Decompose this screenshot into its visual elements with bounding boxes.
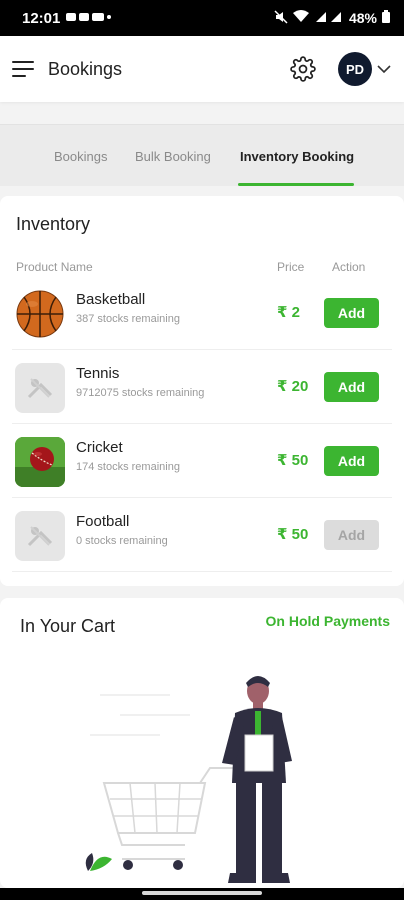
notification-icons [66,10,112,26]
cricket-ball-icon [15,437,65,487]
column-product-name: Product Name [16,260,93,274]
page-title: Bookings [48,58,123,79]
add-basketball-button[interactable]: Add [324,298,379,328]
menu-icon[interactable] [12,61,34,77]
status-bar: 12:01 48% [0,0,404,36]
placeholder-image-icon [15,363,65,413]
battery-icon [382,10,390,26]
product-row: Football 0 stocks remaining ₹ 50 Add [12,498,392,572]
column-action: Action [332,260,366,274]
product-price: ₹ 50 [277,526,309,543]
product-stock: 9712075 stocks remaining [76,387,205,399]
active-tab-indicator [238,183,354,186]
product-name: Basketball [76,291,146,308]
avatar[interactable]: PD [338,52,372,86]
booking-tabs: Bookings Bulk Booking Inventory Booking [0,124,404,186]
mute-icon [274,9,288,27]
product-price: ₹ 50 [277,452,309,469]
product-row: Basketball 387 stocks remaining ₹ 2 Add [12,276,392,350]
wifi-icon [292,10,309,26]
product-row: Tennis 9712075 stocks remaining ₹ 20 Add [12,350,392,424]
status-right: 48% [274,9,390,27]
status-left: 12:01 [22,10,112,27]
inventory-title: Inventory [16,214,91,234]
add-football-button[interactable]: Add [324,520,379,550]
system-nav-bar [0,888,404,900]
app-bar: Bookings PD [0,36,404,102]
status-time: 12:01 [22,9,61,27]
home-gesture-handle[interactable] [142,891,262,895]
add-tennis-button[interactable]: Add [324,372,379,402]
inventory-card: Inventory Product Name Price Action Bask… [0,196,404,586]
column-price: Price [277,260,305,274]
tab-bookings[interactable]: Bookings [54,125,107,187]
product-price: ₹ 2 [277,304,300,321]
basketball-icon [15,289,65,339]
product-price: ₹ 20 [277,378,309,395]
placeholder-image-icon [15,511,65,561]
empty-cart-illustration [60,673,360,888]
product-name: Cricket [76,439,123,456]
add-cricket-button[interactable]: Add [324,446,379,476]
on-hold-payments-link[interactable]: On Hold Payments [266,613,390,629]
product-stock: 387 stocks remaining [76,313,180,325]
chevron-down-icon[interactable] [376,61,392,77]
settings-gear-icon[interactable] [288,54,318,84]
product-stock: 0 stocks remaining [76,535,168,547]
signal-icon [314,10,344,26]
product-row: Cricket 174 stocks remaining ₹ 50 Add [12,424,392,498]
tab-inventory-booking[interactable]: Inventory Booking [240,125,354,187]
product-name: Tennis [76,365,120,382]
product-stock: 174 stocks remaining [76,461,180,473]
product-name: Football [76,513,130,530]
tab-bulk-booking[interactable]: Bulk Booking [135,125,211,187]
battery-level: 48% [348,10,377,26]
cart-card: In Your Cart On Hold Payments [0,598,404,888]
cart-title: In Your Cart [20,616,116,636]
